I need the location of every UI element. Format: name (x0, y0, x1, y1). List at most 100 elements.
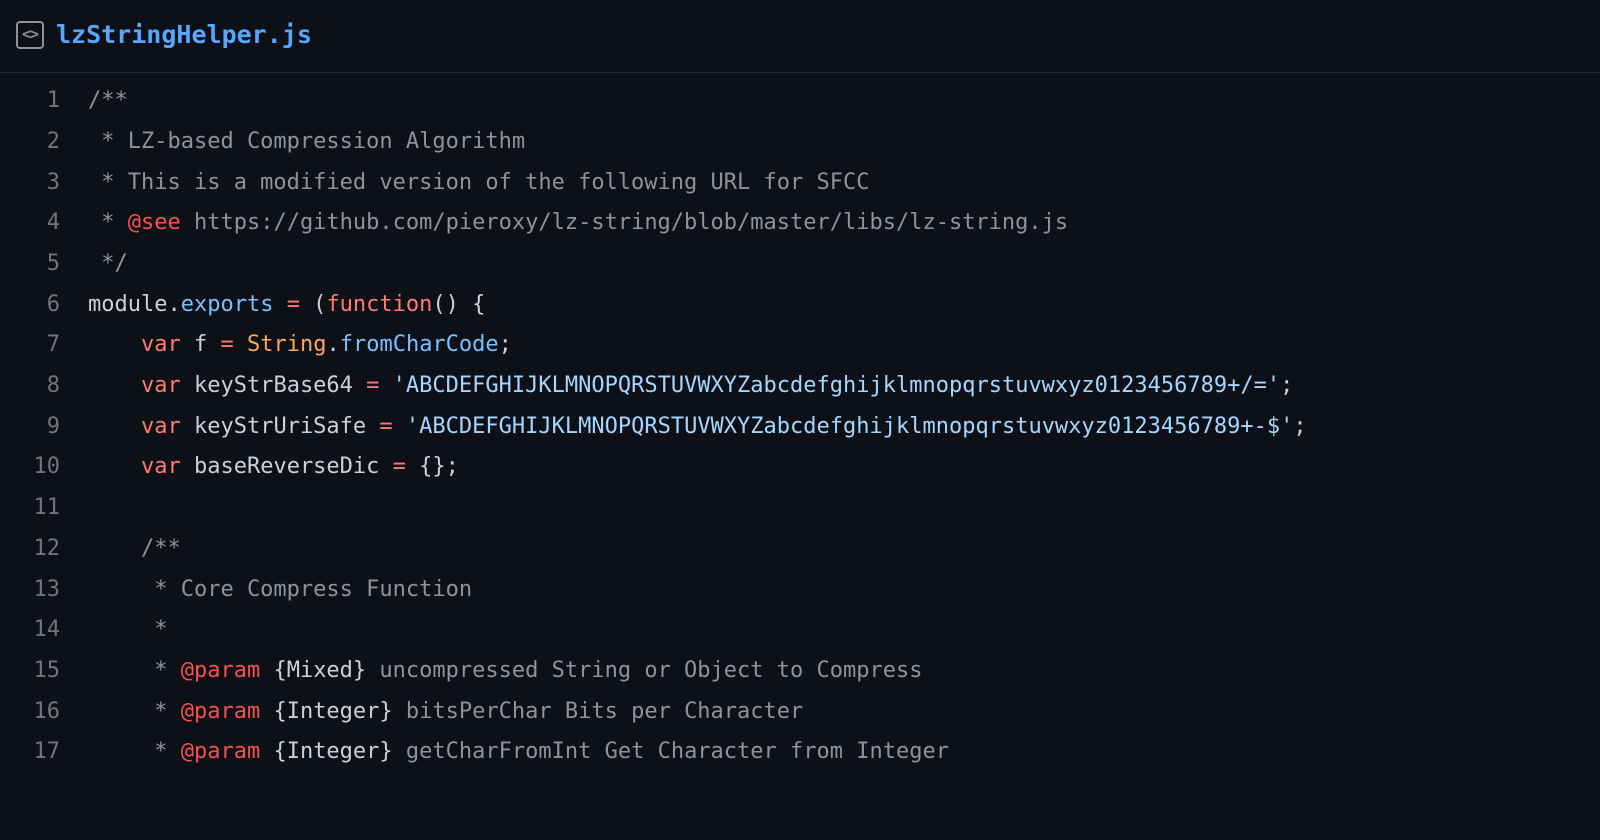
code-token (260, 699, 273, 724)
code-file-icon: <> (16, 21, 44, 49)
code-line[interactable]: /** (88, 529, 1600, 570)
code-line[interactable]: * (88, 610, 1600, 651)
line-number: 12 (0, 529, 60, 570)
code-token: * (88, 617, 167, 642)
code-token: keyStrUriSafe (181, 414, 380, 439)
code-token: * LZ-based Compression Algorithm (88, 129, 525, 154)
code-token: @see (128, 210, 181, 235)
code-token (88, 454, 141, 479)
line-number: 8 (0, 366, 60, 407)
code-token: uncompressed String or Object to Compres… (366, 658, 922, 683)
line-number: 3 (0, 163, 60, 204)
code-line[interactable]: */ (88, 244, 1600, 285)
code-token (260, 658, 273, 683)
code-token: * Core Compress Function (88, 577, 472, 602)
line-number: 1 (0, 81, 60, 122)
code-line[interactable]: var f = String.fromCharCode; (88, 325, 1600, 366)
code-line[interactable]: * @see https://github.com/pieroxy/lz-str… (88, 203, 1600, 244)
code-line[interactable]: * LZ-based Compression Algorithm (88, 122, 1600, 163)
code-token: * This is a modified version of the foll… (88, 170, 869, 195)
code-token: = (393, 454, 406, 479)
code-token: = (287, 292, 300, 317)
code-token (273, 292, 286, 317)
code-line[interactable]: * This is a modified version of the foll… (88, 163, 1600, 204)
code-token: {Mixed} (273, 658, 366, 683)
code-token: * (88, 699, 181, 724)
code-token: module. (88, 292, 181, 317)
code-token (379, 373, 392, 398)
code-token: f (181, 332, 221, 357)
code-line[interactable] (88, 488, 1600, 529)
code-token: ; (1280, 373, 1293, 398)
code-token: https://github.com/pieroxy/lz-string/blo… (181, 210, 1068, 235)
line-number: 4 (0, 203, 60, 244)
code-line[interactable]: * @param {Mixed} uncompressed String or … (88, 651, 1600, 692)
code-token: fromCharCode (340, 332, 499, 357)
code-token: 'ABCDEFGHIJKLMNOPQRSTUVWXYZabcdefghijklm… (406, 414, 1293, 439)
code-token: var (141, 454, 181, 479)
line-number-gutter: 1234567891011121314151617 (0, 81, 88, 773)
code-token: bitsPerChar Bits per Character (393, 699, 804, 724)
code-icon-glyph: <> (22, 21, 38, 49)
line-number: 2 (0, 122, 60, 163)
code-token (88, 414, 141, 439)
code-token: * (88, 658, 181, 683)
line-number: 14 (0, 610, 60, 651)
code-token (260, 739, 273, 764)
code-token: ; (1293, 414, 1306, 439)
code-token: var (141, 332, 181, 357)
line-number: 5 (0, 244, 60, 285)
code-token: */ (88, 251, 128, 276)
code-token: ( (300, 292, 327, 317)
code-line[interactable]: module.exports = (function() { (88, 285, 1600, 326)
code-token (393, 414, 406, 439)
code-token: @param (181, 739, 260, 764)
code-token: /** (88, 88, 128, 113)
code-token: ; (499, 332, 512, 357)
line-number: 15 (0, 651, 60, 692)
code-token: getCharFromInt Get Character from Intege… (393, 739, 949, 764)
code-line[interactable]: var baseReverseDic = {}; (88, 447, 1600, 488)
code-token: = (366, 373, 379, 398)
code-token (88, 332, 141, 357)
code-token (88, 373, 141, 398)
code-token: String (247, 332, 326, 357)
code-token: keyStrBase64 (181, 373, 366, 398)
code-token: var (141, 414, 181, 439)
code-token: baseReverseDic (181, 454, 393, 479)
code-token: 'ABCDEFGHIJKLMNOPQRSTUVWXYZabcdefghijklm… (393, 373, 1280, 398)
code-token: * (88, 210, 128, 235)
code-line[interactable]: * Core Compress Function (88, 570, 1600, 611)
code-line[interactable]: /** (88, 81, 1600, 122)
code-token: function (326, 292, 432, 317)
code-token: {Integer} (273, 739, 392, 764)
line-number: 16 (0, 692, 60, 733)
code-line[interactable]: var keyStrUriSafe = 'ABCDEFGHIJKLMNOPQRS… (88, 407, 1600, 448)
code-line[interactable]: * @param {Integer} getCharFromInt Get Ch… (88, 732, 1600, 773)
line-number: 9 (0, 407, 60, 448)
filename-label[interactable]: lzStringHelper.js (56, 12, 312, 58)
code-token: * (88, 739, 181, 764)
code-token: {Integer} (273, 699, 392, 724)
code-token (234, 332, 247, 357)
code-token: exports (181, 292, 274, 317)
code-content[interactable]: /** * LZ-based Compression Algorithm * T… (88, 81, 1600, 773)
line-number: 11 (0, 488, 60, 529)
code-token: = (379, 414, 392, 439)
line-number: 7 (0, 325, 60, 366)
line-number: 17 (0, 732, 60, 773)
code-token: = (220, 332, 233, 357)
line-number: 13 (0, 570, 60, 611)
code-token: {}; (406, 454, 459, 479)
code-token: @param (181, 699, 260, 724)
code-token: var (141, 373, 181, 398)
line-number: 6 (0, 285, 60, 326)
code-token: . (326, 332, 339, 357)
code-token: @param (181, 658, 260, 683)
code-token: () { (432, 292, 485, 317)
file-header: <> lzStringHelper.js (0, 0, 1600, 73)
code-line[interactable]: * @param {Integer} bitsPerChar Bits per … (88, 692, 1600, 733)
code-editor[interactable]: 1234567891011121314151617 /** * LZ-based… (0, 73, 1600, 773)
code-line[interactable]: var keyStrBase64 = 'ABCDEFGHIJKLMNOPQRST… (88, 366, 1600, 407)
code-token: /** (88, 536, 181, 561)
